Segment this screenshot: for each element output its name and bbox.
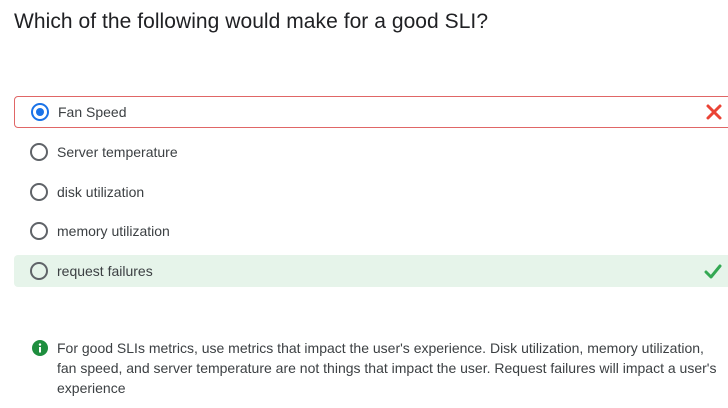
option-label: disk utilization bbox=[57, 184, 145, 200]
option-server-temperature[interactable]: Server temperature bbox=[14, 136, 728, 168]
option-label: Fan Speed bbox=[58, 104, 127, 120]
question-text: Which of the following would make for a … bbox=[14, 10, 489, 33]
option-disk-utilization[interactable]: disk utilization bbox=[14, 176, 728, 208]
option-label: Server temperature bbox=[57, 144, 178, 160]
option-fan-speed[interactable]: Fan Speed bbox=[14, 96, 728, 128]
radio-button[interactable] bbox=[30, 183, 48, 201]
info-icon bbox=[32, 340, 48, 356]
radio-button[interactable] bbox=[30, 262, 48, 280]
quiz-page: Which of the following would make for a … bbox=[0, 0, 728, 408]
option-label: memory utilization bbox=[57, 223, 170, 239]
radio-button[interactable] bbox=[30, 222, 48, 240]
option-memory-utilization[interactable]: memory utilization bbox=[14, 215, 728, 247]
radio-button[interactable] bbox=[30, 143, 48, 161]
incorrect-x-icon bbox=[706, 104, 722, 120]
option-request-failures[interactable]: request failures bbox=[14, 255, 728, 287]
feedback-text: For good SLIs metrics, use metrics that … bbox=[57, 340, 717, 396]
option-label: request failures bbox=[57, 263, 153, 279]
correct-check-icon bbox=[704, 264, 722, 279]
radio-button-selected[interactable] bbox=[31, 103, 49, 121]
